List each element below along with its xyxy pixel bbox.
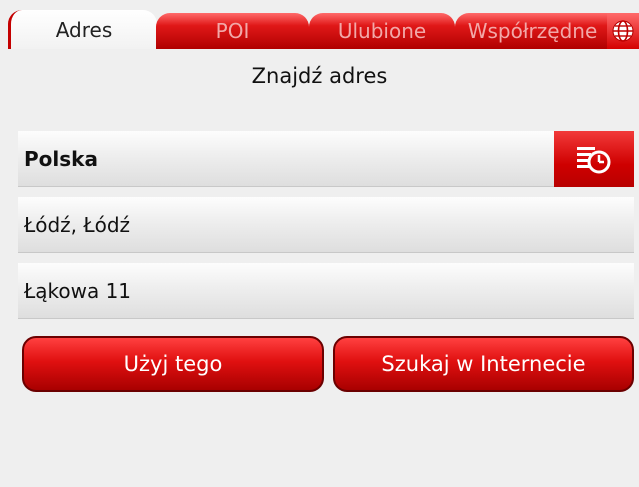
tab-poi[interactable]: POI	[156, 13, 309, 49]
history-button[interactable]	[554, 131, 634, 187]
history-list-icon	[577, 147, 611, 174]
tab-adres-label: Adres	[55, 17, 113, 42]
tab-adres[interactable]: Adres	[8, 10, 157, 49]
use-this-button[interactable]: Użyj tego	[22, 336, 324, 392]
page-title: Znajdź adres	[251, 64, 388, 88]
city-value: Łódź, Łódź	[24, 212, 131, 237]
search-internet-label: Szukaj w Internecie	[381, 352, 586, 376]
globe-icon	[612, 20, 634, 42]
tab-wspolrzedne-label: Współrzędne	[467, 19, 598, 43]
street-field[interactable]: Łąkowa 11	[18, 263, 634, 319]
tab-ulubione[interactable]: Ulubione	[309, 13, 455, 49]
country-field[interactable]: Polska	[18, 131, 556, 187]
tab-poi-label: POI	[215, 19, 250, 43]
tab-wspolrzedne[interactable]: Współrzędne	[455, 13, 610, 49]
search-internet-button[interactable]: Szukaj w Internecie	[333, 336, 634, 392]
city-field[interactable]: Łódź, Łódź	[18, 197, 634, 253]
street-value: Łąkowa 11	[24, 278, 132, 303]
tab-bar: Adres POI Ulubione Współrzędne	[0, 0, 639, 49]
tab-ulubione-label: Ulubione	[337, 19, 427, 43]
country-value: Polska	[24, 146, 98, 171]
use-this-label: Użyj tego	[123, 352, 223, 376]
globe-tab-button[interactable]	[607, 13, 639, 49]
